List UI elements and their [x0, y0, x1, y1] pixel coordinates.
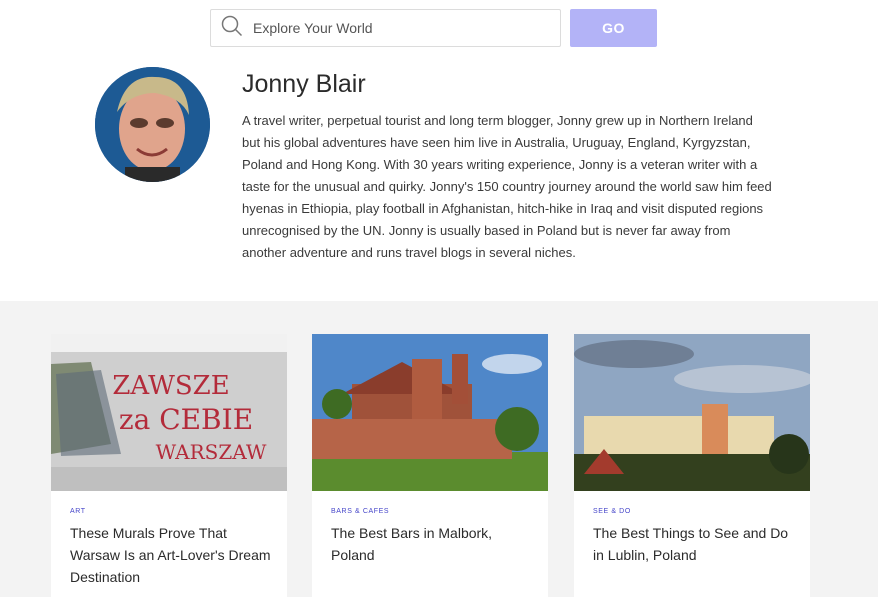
- article-title[interactable]: The Best Things to See and Do in Lublin,…: [593, 522, 798, 566]
- go-button[interactable]: GO: [570, 9, 657, 47]
- article-category[interactable]: ART: [70, 508, 86, 515]
- article-card[interactable]: BARS & CAFES The Best Bars in Malbork, P…: [312, 334, 548, 597]
- svg-text:ZAWSZE: ZAWSZE: [112, 371, 229, 401]
- article-category[interactable]: SEE & DO: [593, 508, 631, 515]
- article-cards-section: ZAWSZE za CEBIE WARSZAW ART These Murals…: [0, 301, 878, 597]
- article-card[interactable]: ZAWSZE za CEBIE WARSZAW ART These Murals…: [51, 334, 287, 597]
- svg-text:za CEBIE: za CEBIE: [119, 403, 253, 436]
- search-input[interactable]: [253, 13, 553, 43]
- search-icon: [221, 15, 243, 42]
- article-thumbnail[interactable]: ZAWSZE za CEBIE WARSZAW: [51, 334, 287, 491]
- search-bar[interactable]: [210, 9, 561, 47]
- author-name: Jonny Blair: [242, 70, 366, 98]
- article-category[interactable]: BARS & CAFES: [331, 508, 389, 515]
- article-thumbnail[interactable]: [312, 334, 548, 491]
- author-bio: A travel writer, perpetual tourist and l…: [242, 113, 772, 260]
- article-card[interactable]: SEE & DO The Best Things to See and Do i…: [574, 334, 810, 597]
- article-title[interactable]: The Best Bars in Malbork, Poland: [331, 522, 536, 566]
- article-thumbnail[interactable]: [574, 334, 810, 491]
- article-title[interactable]: These Murals Prove That Warsaw Is an Art…: [70, 522, 275, 588]
- avatar: [95, 67, 210, 182]
- svg-text:WARSZAW: WARSZAW: [156, 440, 267, 464]
